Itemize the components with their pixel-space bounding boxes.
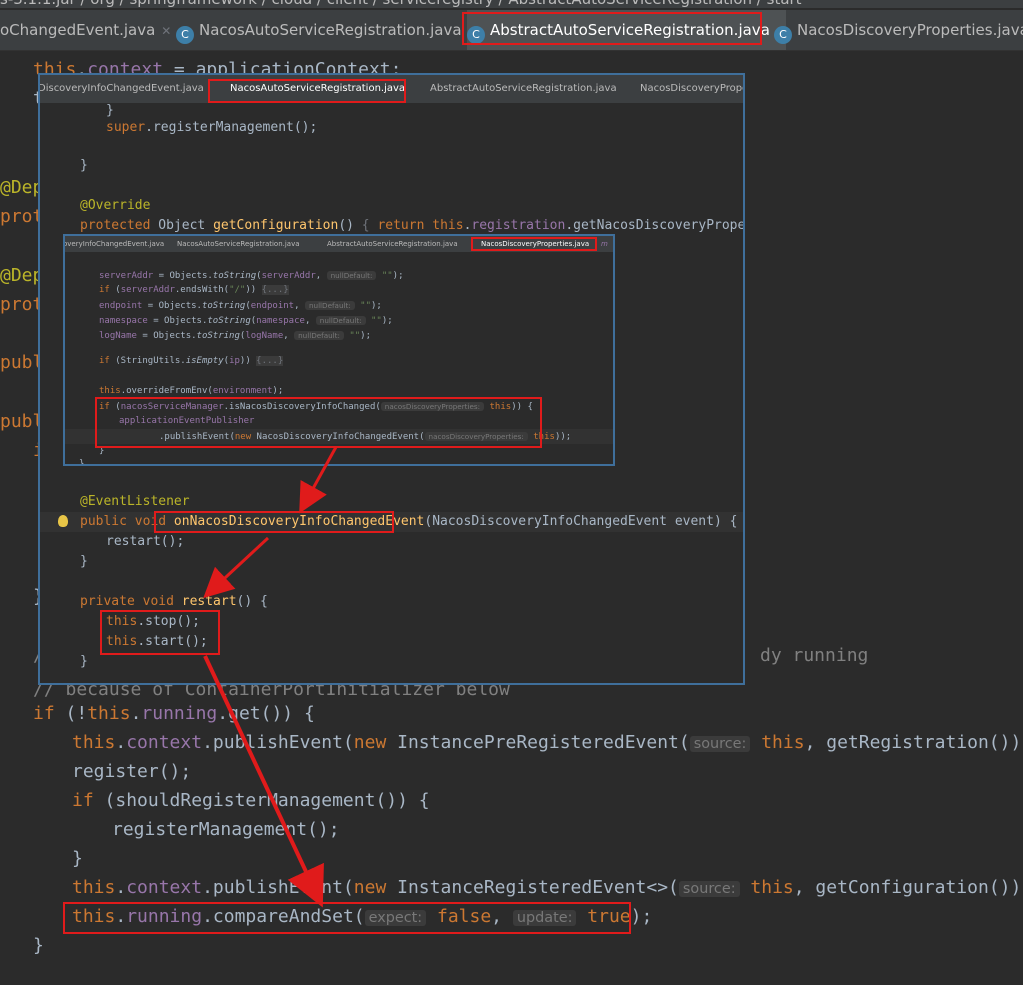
arrow-publish-to-listener: [299, 446, 338, 514]
annotation-arrows: [203, 446, 338, 908]
arrow-start-to-compare-and-set: [203, 655, 324, 908]
arrow-listener-to-restart: [203, 536, 270, 599]
